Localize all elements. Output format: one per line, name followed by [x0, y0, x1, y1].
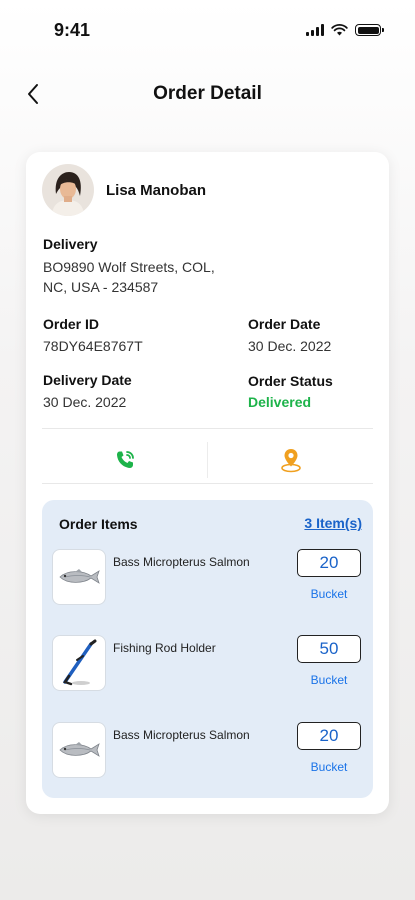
- quantity-field[interactable]: 20: [297, 722, 361, 750]
- delivery-label: Delivery: [43, 236, 98, 252]
- items-count-link[interactable]: 3 Item(s): [304, 515, 362, 531]
- page-title: Order Detail: [153, 83, 262, 104]
- delivery-address-line1: BO9890 Wolf Streets, COL,: [43, 259, 215, 275]
- delivery-date-value: 30 Dec. 2022: [43, 394, 127, 410]
- divider: [42, 483, 373, 484]
- rod-holder-image: [52, 635, 106, 691]
- order-date-value: 30 Dec. 2022: [248, 338, 332, 354]
- quantity-field[interactable]: 20: [297, 549, 361, 577]
- delivery-date-label: Delivery Date: [43, 372, 132, 388]
- wifi-icon: [331, 24, 348, 36]
- order-date-label: Order Date: [248, 316, 321, 332]
- order-id-value: 78DY64E8767T: [43, 338, 143, 354]
- unit-label: Bucket: [310, 673, 348, 687]
- fish-image: [52, 722, 106, 778]
- location-pin-icon: [280, 449, 301, 473]
- battery-icon: [355, 24, 384, 36]
- order-status-badge: Delivered: [248, 394, 312, 410]
- cellular-signal-icon: [306, 24, 324, 36]
- fish-image: [52, 549, 106, 605]
- avatar: [42, 164, 94, 216]
- location-button[interactable]: [208, 438, 373, 482]
- item-name: Bass Micropterus Salmon: [113, 555, 250, 569]
- divider: [42, 428, 373, 429]
- unit-label: Bucket: [310, 587, 348, 601]
- list-item[interactable]: Bass Micropterus Salmon 20 Bucket: [52, 722, 367, 782]
- item-name: Bass Micropterus Salmon: [113, 728, 250, 742]
- phone-call-icon: [116, 451, 134, 468]
- order-items-title: Order Items: [59, 516, 138, 532]
- nav-header: Order Detail: [0, 70, 415, 118]
- order-status-label: Order Status: [248, 373, 333, 389]
- call-button[interactable]: [42, 438, 207, 482]
- contact-actions: [42, 438, 373, 482]
- status-icons: [306, 24, 384, 36]
- status-time: 9:41: [54, 20, 91, 40]
- unit-label: Bucket: [310, 760, 348, 774]
- order-id-label: Order ID: [43, 316, 100, 332]
- customer-name: Lisa Manoban: [106, 181, 207, 199]
- item-name: Fishing Rod Holder: [113, 641, 216, 655]
- list-item[interactable]: Bass Micropterus Salmon 20 Bucket: [52, 549, 367, 609]
- order-detail-card: Lisa Manoban Delivery BO9890 Wolf Street…: [26, 152, 389, 814]
- quantity-field[interactable]: 50: [297, 635, 361, 663]
- delivery-address-line2: NC, USA - 234587: [43, 279, 159, 295]
- list-item[interactable]: Fishing Rod Holder 50 Bucket: [52, 635, 367, 695]
- customer-profile: Lisa Manoban: [42, 164, 206, 216]
- status-bar: 9:41: [0, 0, 415, 60]
- order-items-panel: Order Items 3 Item(s) Bass Micropterus S…: [42, 500, 373, 798]
